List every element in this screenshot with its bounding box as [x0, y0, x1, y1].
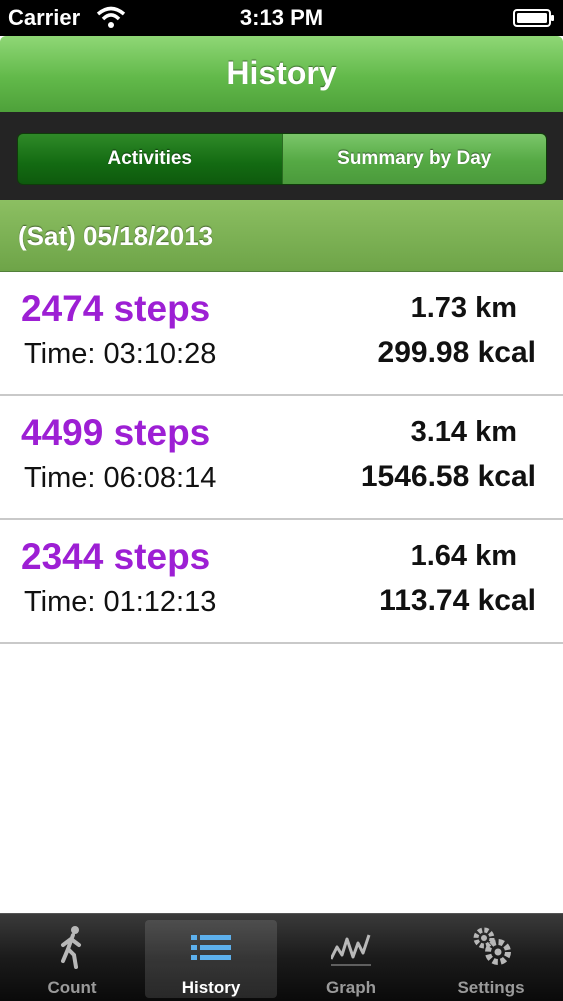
gears-icon [473, 927, 511, 965]
list-icon [191, 935, 231, 960]
segment-summary-by-day[interactable]: Summary by Day [281, 134, 546, 184]
segment-activities[interactable]: Activities [18, 134, 282, 184]
activity-time: Time: 03:10:28 [24, 338, 217, 370]
walker-icon [61, 926, 81, 969]
tab-label: Settings [457, 978, 525, 997]
calories-value: 299.98 kcal [377, 336, 536, 369]
segment-bar: Activities Summary by Day [0, 112, 563, 200]
activity-list: 2474 steps Time: 03:10:28 1.73 km 299.98… [0, 272, 563, 644]
steps-count: 4499 steps [21, 412, 211, 453]
history-segmented-control: Activities Summary by Day [17, 133, 547, 185]
activity-time: Time: 01:12:13 [24, 586, 217, 618]
calories-value: 1546.58 kcal [360, 460, 536, 493]
calories-value: 113.74 kcal [379, 584, 536, 617]
navigation-bar: History [0, 36, 563, 113]
activity-row[interactable]: 4499 steps Time: 06:08:14 3.14 km 1546.5… [0, 396, 563, 520]
distance-value: 1.64 km [410, 540, 517, 572]
activity-row[interactable]: 2344 steps Time: 01:12:13 1.64 km 113.74… [0, 520, 563, 644]
steps-count: 2344 steps [21, 536, 211, 577]
tab-bar: Count History Graph Settings [0, 913, 563, 1001]
tab-label: Graph [325, 978, 377, 997]
distance-value: 1.73 km [410, 292, 517, 324]
activity-time: Time: 06:08:14 [24, 462, 217, 494]
tab-settings[interactable]: Settings [425, 920, 557, 998]
tab-history[interactable]: History [145, 920, 277, 998]
distance-value: 3.14 km [410, 416, 517, 448]
tab-count[interactable]: Count [6, 920, 138, 998]
tab-label: History [181, 978, 241, 997]
tab-label: Count [47, 978, 97, 997]
battery-icon [513, 9, 554, 27]
steps-count: 2474 steps [21, 288, 211, 329]
activity-row[interactable]: 2474 steps Time: 03:10:28 1.73 km 299.98… [0, 272, 563, 396]
date-label: (Sat) 05/18/2013 [18, 221, 214, 251]
graph-icon [331, 934, 371, 966]
tab-graph[interactable]: Graph [285, 920, 417, 998]
page-title: History [226, 55, 337, 91]
date-section-header: (Sat) 05/18/2013 [0, 200, 563, 272]
status-time: 3:13 PM [239, 5, 324, 30]
status-bar: Carrier 3:13 PM [0, 0, 563, 36]
